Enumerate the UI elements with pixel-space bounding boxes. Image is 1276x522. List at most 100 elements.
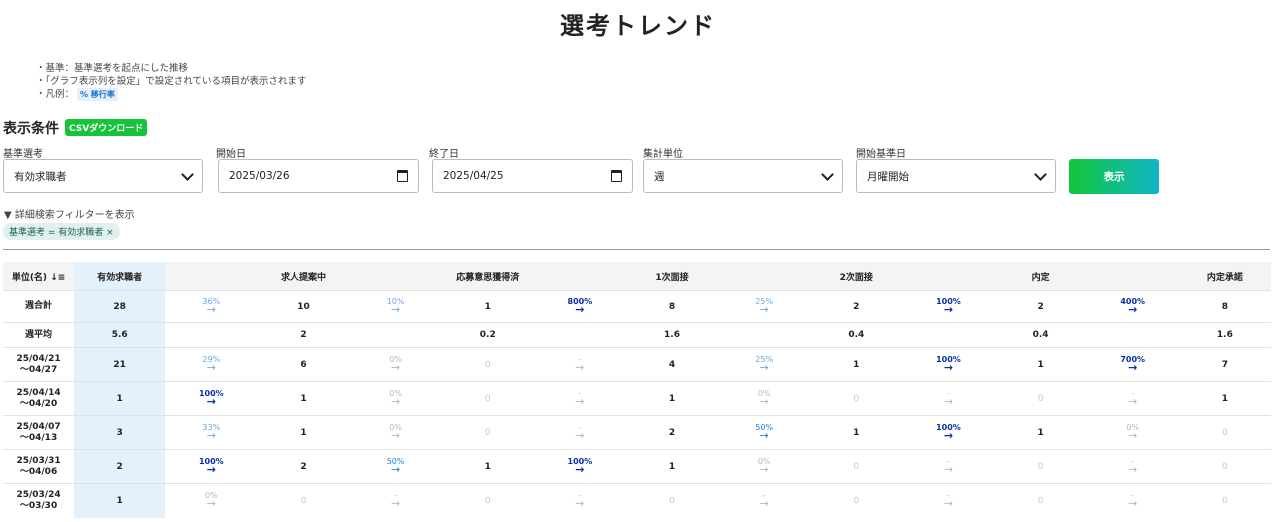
value-cell[interactable]: 0 <box>625 483 719 518</box>
unit-header[interactable]: 単位(名) ↓≡ <box>3 262 75 291</box>
value-cell[interactable]: 0 <box>810 483 903 518</box>
value-cell[interactable]: 1 <box>994 347 1087 382</box>
value-cell[interactable]: 3 <box>74 415 166 450</box>
column-header: 1次面接 <box>625 262 719 291</box>
value-cell[interactable]: 1 <box>74 483 166 518</box>
value-cell[interactable]: 0 <box>810 449 903 484</box>
value-cell[interactable]: 0 <box>257 483 350 518</box>
value-cell[interactable]: 2 <box>257 322 350 348</box>
value-cell[interactable]: 7 <box>1178 347 1271 382</box>
weekstart-select[interactable]: 月曜開始 <box>856 159 1056 193</box>
value-cell[interactable]: 2 <box>625 415 719 450</box>
column-header-spacer <box>1086 262 1179 291</box>
sort-icon[interactable]: ↓≡ <box>50 273 65 283</box>
value-cell[interactable]: 1 <box>625 449 719 484</box>
value-cell[interactable]: 1 <box>625 381 719 416</box>
value-cell[interactable]: 1 <box>257 381 350 416</box>
value-cell[interactable]: 0 <box>441 347 534 382</box>
value-cell[interactable]: 1 <box>810 347 903 382</box>
rate-cell <box>533 322 626 348</box>
value-cell[interactable]: 0 <box>441 415 534 450</box>
rate-cell: - → <box>902 381 995 416</box>
value-cell[interactable]: 0 <box>994 449 1087 484</box>
table-row: 25/04/07 ～04/13 3 33% → 1 0% → 0- → 2 50% → 1 100% → 1 0%… <box>3 415 1271 450</box>
period-from: 25/03/24 <box>16 489 61 500</box>
value-cell[interactable]: 0.2 <box>441 322 534 348</box>
start-date-input[interactable]: 2025/03/26 <box>218 159 419 193</box>
conversion-rate: 0% → <box>1126 423 1139 441</box>
value-cell[interactable]: 4 <box>625 347 719 382</box>
value-cell[interactable]: 28 <box>74 290 166 323</box>
rate-cell: 100% → <box>533 449 626 484</box>
value-cell[interactable]: 8 <box>625 290 719 323</box>
arrow-right-icon: → <box>759 496 769 510</box>
value-cell[interactable]: 0 <box>994 381 1087 416</box>
rate-cell: 0% → <box>349 415 442 450</box>
value-cell[interactable]: 0 <box>441 483 534 518</box>
value-cell[interactable]: 1 <box>441 449 534 484</box>
conversion-rate: - → <box>759 491 769 510</box>
show-button[interactable]: 表示 <box>1069 159 1159 194</box>
value-cell[interactable]: 0.4 <box>994 322 1087 348</box>
value-cell[interactable]: 8 <box>1178 290 1271 323</box>
value-cell[interactable]: 2 <box>994 290 1087 323</box>
value-cell[interactable]: 0 <box>994 483 1087 518</box>
period-to: ～03/30 <box>19 500 58 511</box>
value-cell[interactable]: 0 <box>810 381 903 416</box>
active-filter-chip[interactable]: 基準選考 = 有効求職者 × <box>3 223 120 240</box>
value-cell[interactable]: 1 <box>74 381 166 416</box>
detail-filter-toggle[interactable]: ▼ 詳細検索フィルターを表示 <box>4 206 135 221</box>
value-cell[interactable]: 0 <box>1178 415 1271 450</box>
table-row: 25/04/21 ～04/27 21 29% → 6 0% → 0- → 4 25% → 1 100% → 1 7… <box>3 347 1271 382</box>
conversion-rate: - → <box>575 491 584 509</box>
base-select[interactable]: 有効求職者 <box>3 159 203 193</box>
end-date-input[interactable]: 2025/04/25 <box>432 159 633 193</box>
arrow-right-icon: → <box>1128 302 1138 316</box>
calendar-icon[interactable] <box>611 170 622 182</box>
unit-select-label: 集計単位 <box>643 149 683 160</box>
rate-cell <box>349 322 442 348</box>
value-cell[interactable]: 6 <box>257 347 350 382</box>
value-cell[interactable]: 2 <box>257 449 350 484</box>
note-line: ・「グラフ表示列を設定」で設定されている項目が表示されます <box>36 76 307 87</box>
conversion-rate: - → <box>1128 457 1138 476</box>
rate-cell: - → <box>349 483 442 518</box>
rate-cell: - → <box>533 347 626 382</box>
value-cell[interactable]: 1 <box>810 415 903 450</box>
value-cell[interactable]: 1 <box>257 415 350 450</box>
value-cell[interactable]: 1 <box>441 290 534 323</box>
value-cell[interactable]: 5.6 <box>74 322 166 348</box>
csv-download-button[interactable]: CSVダウンロード <box>65 119 148 136</box>
weekstart-select-label: 開始基準日 <box>856 149 906 160</box>
rate-cell: 29% → <box>165 347 258 382</box>
value-cell[interactable]: 2 <box>74 449 166 484</box>
value-cell[interactable]: 0 <box>1178 483 1271 518</box>
value-cell[interactable]: 1.6 <box>1178 322 1271 348</box>
arrow-right-icon: → <box>759 302 769 316</box>
value-cell[interactable]: 2 <box>810 290 903 323</box>
value-cell[interactable]: 1 <box>994 415 1087 450</box>
rate-cell: 100% → <box>902 347 995 382</box>
column-header-spacer <box>718 262 811 291</box>
value-cell[interactable]: 1 <box>1178 381 1271 416</box>
table-body: 週合計 28 36% → 10 10% → 1 800% → 8 25% → 2 100% → 2 400% → 8 週… <box>3 290 1271 518</box>
conversion-rate: 0% → <box>758 389 771 407</box>
calendar-icon[interactable] <box>397 170 408 182</box>
rate-cell <box>902 322 995 348</box>
conversion-rate: - → <box>944 389 953 407</box>
value-cell[interactable]: 21 <box>74 347 166 382</box>
value-cell[interactable]: 10 <box>257 290 350 323</box>
conversion-rate: 100% → <box>936 355 961 373</box>
rate-cell: 25% → <box>718 290 811 323</box>
period-from: 25/04/14 <box>16 387 61 398</box>
unit-select[interactable]: 週 <box>643 159 843 193</box>
conversion-rate: 0% → <box>389 355 402 373</box>
rate-cell <box>718 322 811 348</box>
value-cell[interactable]: 0 <box>1178 449 1271 484</box>
rate-cell: 800% → <box>533 290 626 323</box>
page-title: 選考トレンド <box>560 12 716 40</box>
value-cell[interactable]: 0.4 <box>810 322 903 348</box>
arrow-right-icon: → <box>1128 462 1138 476</box>
value-cell[interactable]: 0 <box>441 381 534 416</box>
value-cell[interactable]: 1.6 <box>625 322 719 348</box>
